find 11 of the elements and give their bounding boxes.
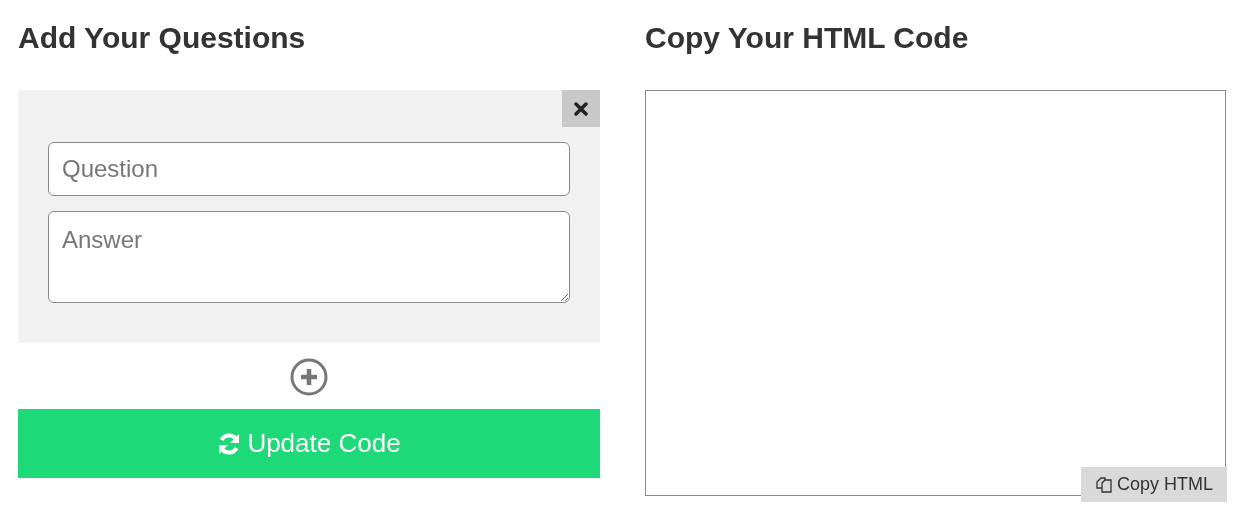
section-heading: Add Your Questions xyxy=(18,20,307,56)
copy-html-button[interactable]: Copy HTML xyxy=(1080,467,1227,502)
section-heading: Copy Your HTML Code xyxy=(645,20,970,56)
close-icon xyxy=(574,101,588,116)
question-field[interactable]: Question xyxy=(48,142,570,196)
refresh-icon xyxy=(217,431,242,456)
code-output-field[interactable] xyxy=(645,90,1226,496)
copy-icon xyxy=(1094,475,1113,494)
answer-field[interactable]: Answer xyxy=(48,211,570,303)
add-icon[interactable] xyxy=(290,358,328,396)
close-button[interactable] xyxy=(562,90,600,127)
